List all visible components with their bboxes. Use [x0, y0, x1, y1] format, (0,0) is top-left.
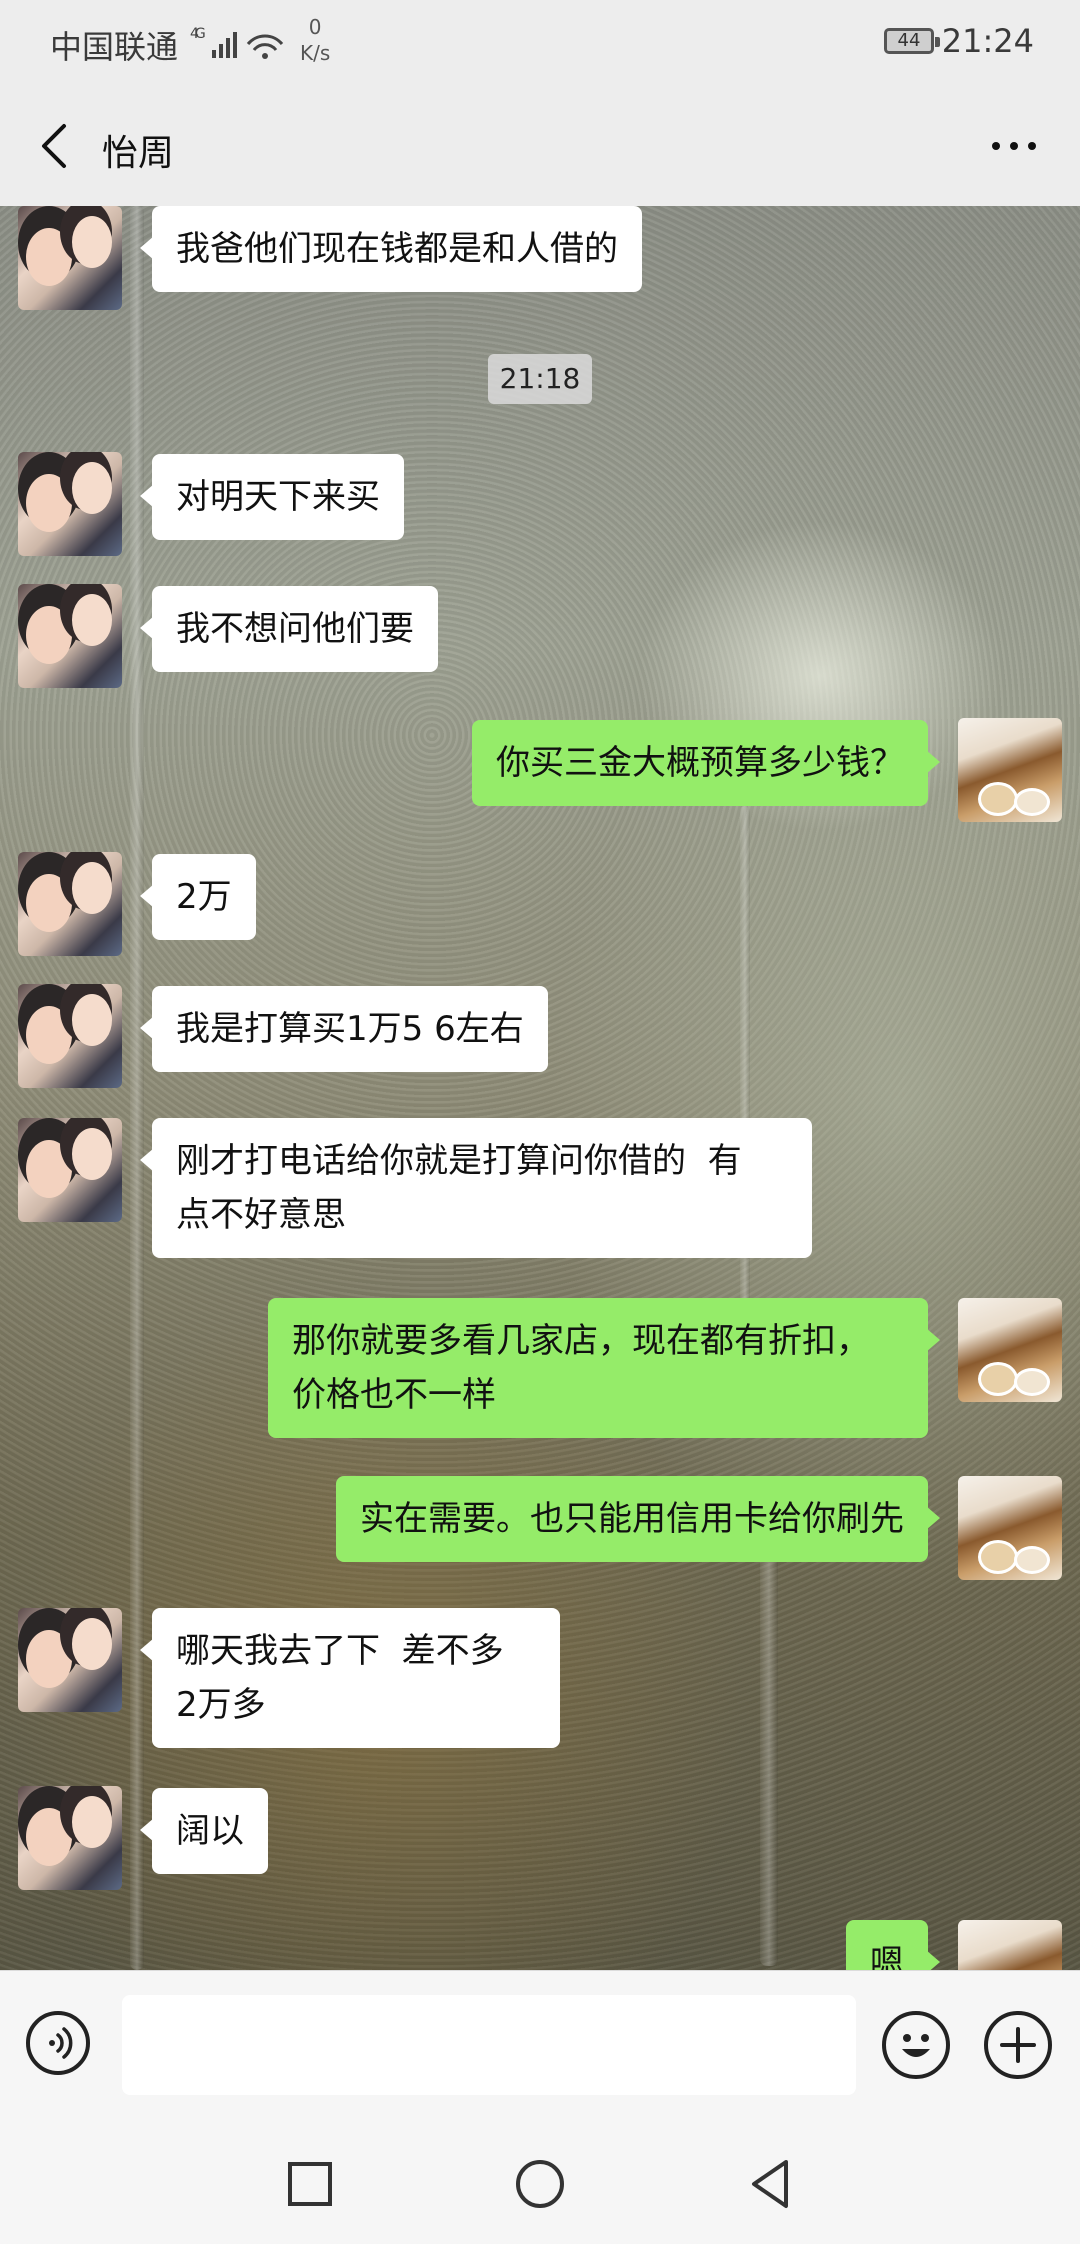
avatar-self[interactable]	[958, 718, 1062, 822]
chat-area[interactable]: 我爸他们现在钱都是和人借的 21:18 对明天下来买 我不想问他们要 你买三金大…	[0, 206, 1080, 1970]
chevron-left-icon	[42, 124, 66, 168]
status-time: 21:24	[941, 22, 1034, 60]
chat-title: 怡周	[102, 133, 175, 174]
square-icon	[288, 2162, 332, 2206]
battery-level: 44	[897, 30, 921, 51]
voice-icon	[49, 2027, 73, 2059]
avatar-contact[interactable]	[18, 852, 122, 956]
nav-back-button[interactable]	[740, 2154, 800, 2214]
message-bubble-incoming[interactable]: 我是打算买1万5 6左右	[140, 986, 548, 1072]
net-speed-value: 0	[308, 15, 322, 39]
carrier-name: 中国联通	[50, 28, 179, 66]
message-bubble-incoming[interactable]: 对明天下来买	[140, 454, 404, 540]
message-bubble-outgoing[interactable]: 嗯	[846, 1920, 940, 1970]
message-bubble-outgoing[interactable]: 你买三金大概预算多少钱？	[472, 720, 940, 806]
avatar-contact[interactable]	[18, 206, 122, 310]
signal-icon: 4G	[190, 24, 290, 72]
message-input[interactable]	[122, 1995, 856, 2095]
avatar-contact[interactable]	[18, 452, 122, 556]
circle-icon	[516, 2160, 564, 2208]
avatar-contact[interactable]	[18, 584, 122, 688]
back-button[interactable]	[28, 116, 88, 176]
chat-header: 怡周	[0, 88, 1080, 206]
message-bubble-incoming[interactable]: 我不想问他们要	[140, 586, 438, 672]
system-nav-bar	[0, 2116, 1080, 2244]
avatar-contact[interactable]	[18, 1786, 122, 1890]
svg-text:4G: 4G	[190, 26, 205, 42]
avatar-contact[interactable]	[18, 1118, 122, 1222]
message-bubble-incoming[interactable]: 哪天我去了下 差不多 2万多	[140, 1608, 560, 1748]
net-speed: 0 K/s	[300, 14, 330, 66]
battery-icon: 44	[884, 28, 940, 54]
avatar-self[interactable]	[958, 1920, 1062, 1970]
net-speed-unit: K/s	[300, 41, 331, 65]
avatar-contact[interactable]	[18, 984, 122, 1088]
message-bubble-incoming[interactable]: 阔以	[140, 1788, 268, 1874]
home-button[interactable]	[510, 2154, 570, 2214]
avatar-self[interactable]	[958, 1476, 1062, 1580]
message-bubble-incoming[interactable]: 我爸他们现在钱都是和人借的	[140, 206, 642, 292]
message-bubble-incoming[interactable]: 2万	[140, 854, 256, 940]
message-bubble-outgoing[interactable]: 那你就要多看几家店，现在都有折扣， 价格也不一样	[268, 1298, 940, 1438]
emoji-icon	[902, 2034, 930, 2057]
more-button[interactable]	[980, 118, 1050, 174]
message-timestamp: 21:18	[488, 354, 592, 404]
triangle-back-icon	[752, 2160, 788, 2208]
emoji-button[interactable]	[882, 2011, 950, 2079]
voice-button[interactable]	[26, 2011, 90, 2075]
more-dots-icon	[992, 142, 1036, 150]
input-bar	[0, 1970, 1080, 2117]
plus-button[interactable]	[984, 2011, 1052, 2079]
recents-button[interactable]	[280, 2154, 340, 2214]
message-bubble-incoming[interactable]: 刚才打电话给你就是打算问你借的 有 点不好意思	[140, 1118, 812, 1258]
avatar-contact[interactable]	[18, 1608, 122, 1712]
message-bubble-outgoing[interactable]: 实在需要。也只能用信用卡给你刷先	[336, 1476, 940, 1562]
avatar-self[interactable]	[958, 1298, 1062, 1402]
plus-icon	[1000, 2027, 1036, 2063]
status-bar: 中国联通 4G 0 K/s 44 21:24	[0, 0, 1080, 88]
